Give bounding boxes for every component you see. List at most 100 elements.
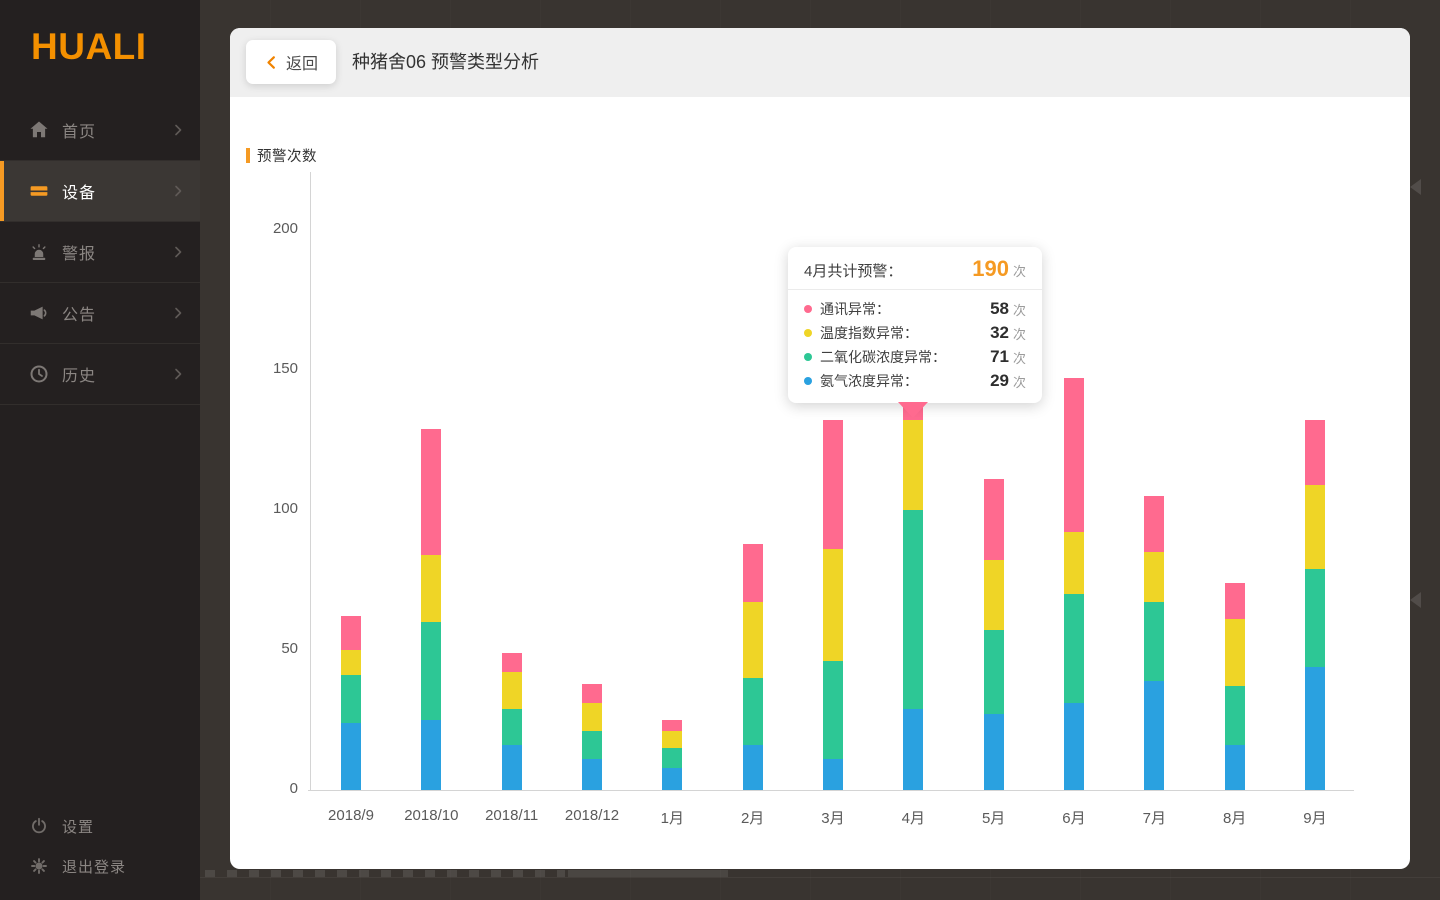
bar-segment[interactable] (1225, 686, 1245, 745)
bar-segment[interactable] (1144, 602, 1164, 680)
sidebar-item-label: 历史 (62, 362, 96, 386)
tooltip-row: 氨气浓度异常：29次 (804, 369, 1026, 393)
bar-segment[interactable] (1225, 619, 1245, 686)
sidebar-item-history[interactable]: 历史 (0, 344, 200, 405)
tooltip-row-value: 29 (990, 371, 1009, 391)
bar-segment[interactable] (1305, 420, 1325, 484)
bar-segment[interactable] (743, 678, 763, 745)
tooltip-total-value: 190 (972, 256, 1009, 282)
power-icon (30, 817, 48, 835)
bar-segment[interactable] (823, 759, 843, 790)
bar-segment[interactable] (823, 549, 843, 661)
background-texture (200, 877, 1440, 878)
bar-segment[interactable] (743, 602, 763, 678)
bar-segment[interactable] (1305, 485, 1325, 569)
sidebar-item-announcement[interactable]: 公告 (0, 283, 200, 344)
bar-segment[interactable] (1305, 667, 1325, 790)
bar-segment[interactable] (1064, 594, 1084, 703)
bar-segment[interactable] (502, 653, 522, 673)
x-axis-label: 7月 (1114, 807, 1194, 828)
bar-segment[interactable] (662, 720, 682, 731)
home-icon (29, 120, 49, 140)
y-axis-label: 0 (238, 780, 298, 797)
megaphone-icon (29, 303, 49, 323)
tooltip-row-unit: 次 (1013, 300, 1026, 319)
bar-segment[interactable] (1064, 703, 1084, 790)
brand-logo: HUALI (31, 26, 147, 68)
sidebar-item-device[interactable]: 设备 (0, 161, 200, 222)
x-axis-label: 1月 (632, 807, 712, 828)
bar-segment[interactable] (421, 555, 441, 622)
bar-segment[interactable] (421, 622, 441, 720)
sidebar: HUALI 首页设备警报公告历史 设置退出登录 (0, 0, 200, 900)
bar-segment[interactable] (903, 709, 923, 790)
tooltip-arrow (898, 402, 928, 418)
sidebar-item-label: 退出登录 (62, 856, 126, 877)
tooltip-header: 4月共计预警： 190 次 (788, 247, 1042, 290)
tooltip-row-label: 温度指数异常： (820, 323, 990, 343)
chevron-right-icon (170, 183, 186, 199)
sidebar-item-label: 设备 (62, 179, 96, 203)
bar-segment[interactable] (1144, 552, 1164, 602)
bar-segment[interactable] (984, 714, 1004, 790)
bar-segment[interactable] (1064, 378, 1084, 532)
bar-segment[interactable] (1225, 745, 1245, 790)
sidebar-item-label: 首页 (62, 118, 96, 142)
legend-dot (804, 329, 812, 337)
tooltip-title: 4月共计预警： (804, 260, 902, 281)
sidebar-item-settings[interactable]: 设置 (0, 806, 200, 846)
x-axis-label: 2018/9 (311, 807, 391, 824)
legend-dot (804, 305, 812, 313)
bar-segment[interactable] (1305, 569, 1325, 667)
x-axis-label: 5月 (954, 807, 1034, 828)
bar-segment[interactable] (341, 675, 361, 723)
bar-segment[interactable] (341, 650, 361, 675)
bar-segment[interactable] (502, 709, 522, 745)
sidebar-item-logout[interactable]: 退出登录 (0, 846, 200, 886)
bar-segment[interactable] (1144, 681, 1164, 790)
bar-segment[interactable] (582, 703, 602, 731)
background-arrow-marker (1410, 179, 1421, 195)
bar-segment[interactable] (984, 630, 1004, 714)
history-icon (29, 364, 49, 384)
bar-segment[interactable] (582, 684, 602, 704)
bar-segment[interactable] (341, 616, 361, 650)
bar-segment[interactable] (984, 560, 1004, 630)
x-axis-label: 3月 (793, 807, 873, 828)
bar-segment[interactable] (582, 731, 602, 759)
background-arrow-marker (1410, 592, 1421, 608)
sidebar-item-alarm[interactable]: 警报 (0, 222, 200, 283)
y-axis-label: 150 (238, 360, 298, 377)
chevron-right-icon (170, 305, 186, 321)
bar-segment[interactable] (502, 745, 522, 790)
bar-segment[interactable] (662, 768, 682, 790)
x-axis-line (308, 790, 1354, 791)
tooltip-row-value: 58 (990, 299, 1009, 319)
y-axis-line (310, 172, 311, 790)
sidebar-footer: 设置退出登录 (0, 806, 200, 886)
bar-segment[interactable] (1144, 496, 1164, 552)
bar-segment[interactable] (903, 510, 923, 709)
sidebar-item-home[interactable]: 首页 (0, 100, 200, 161)
bar-segment[interactable] (1225, 583, 1245, 619)
bar-segment[interactable] (823, 661, 843, 759)
bar-segment[interactable] (421, 429, 441, 555)
active-indicator (0, 161, 4, 221)
bar-segment[interactable] (582, 759, 602, 790)
y-axis-label: 100 (238, 500, 298, 517)
bar-segment[interactable] (1064, 532, 1084, 594)
x-axis-label: 2月 (713, 807, 793, 828)
bar-segment[interactable] (743, 544, 763, 603)
bar-segment[interactable] (984, 479, 1004, 560)
bar-segment[interactable] (903, 420, 923, 510)
bar-segment[interactable] (662, 748, 682, 768)
bar-segment[interactable] (421, 720, 441, 790)
chevron-right-icon (170, 122, 186, 138)
sidebar-item-label: 公告 (62, 301, 96, 325)
bar-segment[interactable] (823, 420, 843, 549)
bar-segment[interactable] (743, 745, 763, 790)
bar-segment[interactable] (662, 731, 682, 748)
bar-segment[interactable] (502, 672, 522, 708)
bar-segment[interactable] (341, 723, 361, 790)
x-axis-label: 6月 (1034, 807, 1114, 828)
